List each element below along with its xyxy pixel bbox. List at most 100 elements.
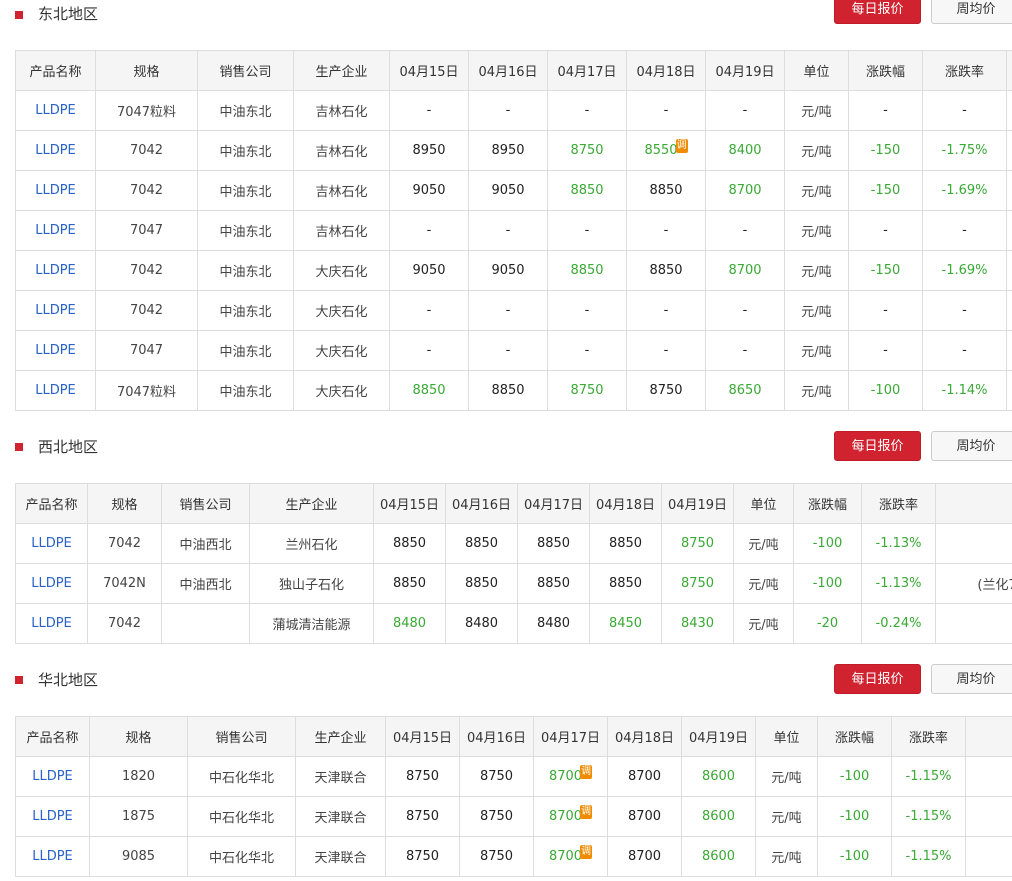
price-cell: 8750 bbox=[547, 130, 627, 171]
unit-cell: 元/吨 bbox=[784, 250, 849, 291]
table-row: LLDPE 1875 中石化华北 天津联合 8750 8750 8700调 87… bbox=[15, 796, 1012, 837]
seller-cell: 中油东北 bbox=[197, 170, 294, 211]
price-cell: - bbox=[468, 90, 548, 131]
price-cell: 8750 bbox=[661, 563, 734, 604]
price-cell: - bbox=[705, 90, 785, 131]
seller-cell: 中油东北 bbox=[197, 370, 294, 411]
spec-cell: 7047 bbox=[95, 330, 198, 371]
change-rate-cell: -1.14% bbox=[922, 370, 1007, 411]
price-cell: - bbox=[626, 330, 706, 371]
spec-cell: 7042 bbox=[87, 523, 162, 564]
producer-cell: 大庆石化 bbox=[293, 290, 390, 331]
change-cell: - bbox=[848, 330, 923, 371]
product-link[interactable]: LLDPE bbox=[15, 250, 96, 291]
table-header-row: 产品名称 规格 销售公司 生产企业 04月15日 04月16日 04月17日 0… bbox=[15, 483, 1012, 524]
table-row: LLDPE 7042 中油西北 兰州石化 8850 8850 8850 8850… bbox=[15, 523, 1012, 564]
spec-cell: 7047 bbox=[95, 210, 198, 251]
change-rate-cell: - bbox=[922, 290, 1007, 331]
product-link[interactable]: LLDPE bbox=[15, 170, 96, 211]
product-link[interactable]: LLDPE bbox=[15, 90, 96, 131]
price-cell: 8750 bbox=[385, 836, 460, 877]
product-link[interactable]: LLDPE bbox=[15, 603, 88, 644]
price-cell: 8950 bbox=[389, 130, 469, 171]
header-cell: 04月19日 bbox=[661, 483, 734, 524]
price-cell: 8850 bbox=[547, 170, 627, 211]
spec-cell: 7047粒料 bbox=[95, 370, 198, 411]
extra-cell bbox=[1006, 130, 1012, 171]
price-cell: 8950 bbox=[468, 130, 548, 171]
extra-cell bbox=[1006, 90, 1012, 131]
price-cell: - bbox=[547, 210, 627, 251]
producer-cell: 吉林石化 bbox=[293, 170, 390, 211]
price-cell: 9050 bbox=[468, 250, 548, 291]
daily-quote-button[interactable]: 每日报价 bbox=[834, 431, 921, 461]
change-cell: -100 bbox=[817, 756, 892, 797]
header-cell: 销售公司 bbox=[187, 716, 296, 757]
change-cell: - bbox=[848, 290, 923, 331]
product-link[interactable]: LLDPE bbox=[15, 370, 96, 411]
unit-cell: 元/吨 bbox=[784, 170, 849, 211]
extra-cell bbox=[1006, 330, 1012, 371]
price-cell: 9050 bbox=[389, 250, 469, 291]
price-table-northwest: 产品名称 规格 销售公司 生产企业 04月15日 04月16日 04月17日 0… bbox=[15, 483, 1012, 644]
spec-cell: 7047粒料 bbox=[95, 90, 198, 131]
product-link[interactable]: LLDPE bbox=[15, 796, 90, 837]
price-cell: 8600 bbox=[681, 756, 756, 797]
producer-cell: 吉林石化 bbox=[293, 210, 390, 251]
table-row: LLDPE 9085 中石化华北 天津联合 8750 8750 8700调 87… bbox=[15, 836, 1012, 877]
change-rate-cell: -1.13% bbox=[861, 523, 936, 564]
price-cell: 8850 bbox=[626, 250, 706, 291]
producer-cell: 大庆石化 bbox=[293, 330, 390, 371]
product-link[interactable]: LLDPE bbox=[15, 210, 96, 251]
unit-cell: 元/吨 bbox=[755, 836, 818, 877]
price-cell: 8700 bbox=[607, 796, 682, 837]
product-link[interactable]: LLDPE bbox=[15, 290, 96, 331]
product-link[interactable]: LLDPE bbox=[15, 330, 96, 371]
header-cell: 销售公司 bbox=[197, 50, 294, 91]
price-value: 8700 bbox=[548, 849, 583, 864]
weekly-average-button[interactable]: 周均价 bbox=[931, 0, 1012, 24]
product-link[interactable]: LLDPE bbox=[15, 756, 90, 797]
producer-cell: 兰州石化 bbox=[249, 523, 374, 564]
producer-cell: 独山子石化 bbox=[249, 563, 374, 604]
weekly-average-button[interactable]: 周均价 bbox=[931, 664, 1012, 694]
product-link[interactable]: LLDPE bbox=[15, 836, 90, 877]
table-row: LLDPE 7042 中油东北 大庆石化 9050 9050 8850 8850… bbox=[15, 250, 1012, 291]
price-cell: 8480 bbox=[517, 603, 590, 644]
unit-cell: 元/吨 bbox=[784, 130, 849, 171]
seller-cell: 中石化华北 bbox=[187, 796, 296, 837]
header-cell: 规格 bbox=[87, 483, 162, 524]
change-rate-cell: -0.24% bbox=[861, 603, 936, 644]
change-cell: -150 bbox=[848, 130, 923, 171]
product-link[interactable]: LLDPE bbox=[15, 130, 96, 171]
price-cell: 8750 bbox=[385, 796, 460, 837]
price-cell: 8450 bbox=[589, 603, 662, 644]
price-cell: - bbox=[468, 210, 548, 251]
daily-quote-button[interactable]: 每日报价 bbox=[834, 0, 921, 24]
extra-cell bbox=[965, 756, 1012, 797]
adjust-badge-icon: 调 bbox=[580, 765, 593, 779]
table-row: LLDPE 7042 中油东北 吉林石化 9050 9050 8850 8850… bbox=[15, 170, 1012, 211]
section-northeast: 东北地区 每日报价 周均价 产品名称 规格 销售公司 生产企业 04月15日 0… bbox=[0, 0, 1012, 411]
unit-cell: 元/吨 bbox=[733, 523, 794, 564]
price-cell: 8750 bbox=[661, 523, 734, 564]
change-rate-cell: -1.15% bbox=[891, 836, 966, 877]
table-row: LLDPE 7047粒料 中油东北 吉林石化 - - - - - 元/吨 - - bbox=[15, 90, 1012, 131]
header-cell: 规格 bbox=[89, 716, 188, 757]
seller-cell: 中油西北 bbox=[161, 563, 250, 604]
price-cell: 8850 bbox=[445, 563, 518, 604]
change-rate-cell: - bbox=[922, 90, 1007, 131]
producer-cell: 吉林石化 bbox=[293, 90, 390, 131]
price-cell: 8480 bbox=[373, 603, 446, 644]
table-row: LLDPE 7042 中油东北 大庆石化 - - - - - 元/吨 - - bbox=[15, 290, 1012, 331]
product-link[interactable]: LLDPE bbox=[15, 523, 88, 564]
spec-cell: 1820 bbox=[89, 756, 188, 797]
header-cell: 生产企业 bbox=[293, 50, 390, 91]
header-cell: 产品名称 bbox=[15, 716, 90, 757]
price-cell: 8700 bbox=[705, 250, 785, 291]
daily-quote-button[interactable]: 每日报价 bbox=[834, 664, 921, 694]
weekly-average-button[interactable]: 周均价 bbox=[931, 431, 1012, 461]
product-link[interactable]: LLDPE bbox=[15, 563, 88, 604]
price-cell: - bbox=[547, 330, 627, 371]
header-cell: 04月16日 bbox=[445, 483, 518, 524]
